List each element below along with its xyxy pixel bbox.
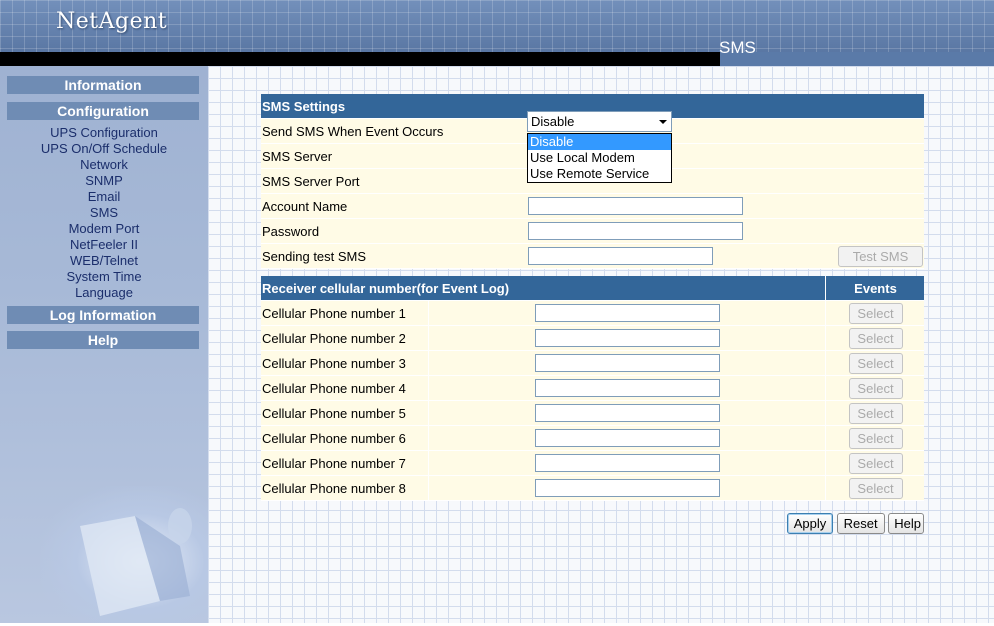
cellular-field-4[interactable] xyxy=(535,379,720,397)
cellular-field-1[interactable] xyxy=(535,304,720,322)
decorative-illustration xyxy=(40,486,208,623)
configuration-menu: UPS Configuration UPS On/Off Schedule Ne… xyxy=(0,125,208,301)
dropdown-arrow-icon[interactable] xyxy=(659,120,667,124)
sms-server-label: SMS Server xyxy=(261,143,527,169)
receiver-title: Receiver cellular number(for Event Log) xyxy=(261,276,826,301)
sidebar-item-log-information[interactable]: Log Information xyxy=(7,306,199,324)
select-button-8[interactable]: Select xyxy=(848,477,903,499)
sidebar-item-netfeeler[interactable]: NetFeeler II xyxy=(0,237,208,253)
account-name-label: Account Name xyxy=(261,193,527,219)
select-button-7[interactable]: Select xyxy=(848,452,903,474)
help-button[interactable]: Help xyxy=(888,513,925,534)
option-use-remote-service[interactable]: Use Remote Service xyxy=(528,166,671,182)
option-disable[interactable]: Disable xyxy=(528,134,671,150)
password-label: Password xyxy=(261,218,527,244)
sidebar-item-email[interactable]: Email xyxy=(0,189,208,205)
events-header: Events xyxy=(825,276,924,301)
sms-server-port-label: SMS Server Port xyxy=(261,168,527,194)
test-sms-button[interactable]: Test SMS xyxy=(838,245,923,267)
account-name-field[interactable] xyxy=(528,197,743,215)
sidebar-item-web-telnet[interactable]: WEB/Telnet xyxy=(0,253,208,269)
cellular-label-3: Cellular Phone number 3 xyxy=(261,350,429,376)
send-sms-options-list: Disable Use Local Modem Use Remote Servi… xyxy=(527,133,672,183)
send-sms-selected-value: Disable xyxy=(531,114,575,129)
sidebar-item-sms[interactable]: SMS xyxy=(0,205,208,221)
sending-test-sms-label: Sending test SMS xyxy=(261,243,527,269)
cellular-label-5: Cellular Phone number 5 xyxy=(261,400,429,426)
send-sms-select[interactable]: Disable xyxy=(527,111,672,132)
send-sms-label: Send SMS When Event Occurs xyxy=(261,118,527,144)
option-use-local-modem[interactable]: Use Local Modem xyxy=(528,150,671,166)
cellular-field-7[interactable] xyxy=(535,454,720,472)
select-button-5[interactable]: Select xyxy=(848,402,903,424)
header-title-strip xyxy=(720,52,994,66)
cellular-label-2: Cellular Phone number 2 xyxy=(261,325,429,351)
sidebar-item-modem-port[interactable]: Modem Port xyxy=(0,221,208,237)
cellular-label-7: Cellular Phone number 7 xyxy=(261,450,429,476)
sidebar-item-system-time[interactable]: System Time xyxy=(0,269,208,285)
cellular-field-6[interactable] xyxy=(535,429,720,447)
cellular-label-1: Cellular Phone number 1 xyxy=(261,300,429,326)
receiver-table: Receiver cellular number(for Event Log) … xyxy=(261,276,924,501)
cellular-field-8[interactable] xyxy=(535,479,720,497)
select-button-3[interactable]: Select xyxy=(848,352,903,374)
sidebar-item-ups-onoff-schedule[interactable]: UPS On/Off Schedule xyxy=(0,141,208,157)
select-button-2[interactable]: Select xyxy=(848,327,903,349)
reset-button[interactable]: Reset xyxy=(836,513,885,534)
apply-button[interactable]: Apply xyxy=(787,513,833,534)
select-button-6[interactable]: Select xyxy=(848,427,903,449)
sidebar-item-information[interactable]: Information xyxy=(7,76,199,94)
sidebar-item-network[interactable]: Network xyxy=(0,157,208,173)
sidebar-item-help[interactable]: Help xyxy=(7,331,199,349)
cellular-field-2[interactable] xyxy=(535,329,720,347)
page-title: SMS xyxy=(719,38,756,57)
sidebar-item-configuration[interactable]: Configuration xyxy=(7,102,199,120)
header-divider xyxy=(0,52,720,66)
cellular-field-5[interactable] xyxy=(535,404,720,422)
laptop-hand-illustration xyxy=(80,508,192,616)
select-button-4[interactable]: Select xyxy=(848,377,903,399)
cellular-label-6: Cellular Phone number 6 xyxy=(261,425,429,451)
netagent-logo: NetAgent xyxy=(56,9,168,34)
cellular-label-4: Cellular Phone number 4 xyxy=(261,375,429,401)
select-button-1[interactable]: Select xyxy=(848,302,903,324)
cellular-label-8: Cellular Phone number 8 xyxy=(261,475,429,501)
sidebar: Information Configuration UPS Configurat… xyxy=(0,66,208,623)
password-field[interactable] xyxy=(528,222,743,240)
action-buttons: Apply Reset Help xyxy=(787,513,925,534)
cellular-field-3[interactable] xyxy=(535,354,720,372)
sidebar-item-ups-configuration[interactable]: UPS Configuration xyxy=(0,125,208,141)
test-sms-number-field[interactable] xyxy=(528,247,713,265)
header-banner: NetAgent SMS xyxy=(0,0,994,66)
sidebar-item-language[interactable]: Language xyxy=(0,285,208,301)
sidebar-item-snmp[interactable]: SNMP xyxy=(0,173,208,189)
